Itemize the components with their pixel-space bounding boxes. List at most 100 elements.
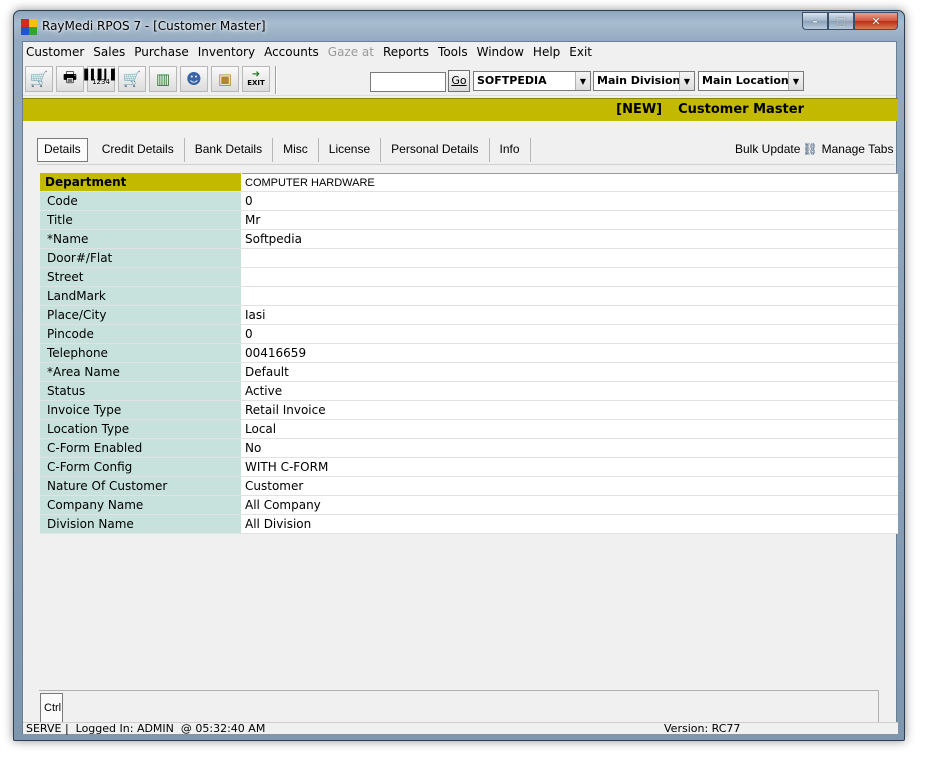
field-label: Place/City	[40, 306, 242, 324]
field-label: Telephone	[40, 344, 242, 362]
close-icon: ✕	[871, 14, 881, 28]
menu-inventory[interactable]: Inventory	[195, 42, 261, 62]
field-row-company-name: Company Name All Company	[40, 496, 898, 515]
tab-divider	[37, 164, 895, 165]
menu-window[interactable]: Window	[474, 42, 530, 62]
field-label: Door#/Flat	[40, 249, 242, 267]
record-status-badge: [NEW]	[616, 102, 663, 117]
tab-bank-details[interactable]: Bank Details	[185, 138, 274, 162]
tab-info[interactable]: Info	[490, 138, 531, 162]
menu-purchase[interactable]: Purchase	[131, 42, 195, 62]
tab-credit-details[interactable]: Credit Details	[92, 138, 185, 162]
menu-help[interactable]: Help	[530, 42, 566, 62]
minimize-button[interactable]: –	[802, 12, 828, 30]
app-window: RayMedi RPOS 7 - [Customer Master] – □ ✕…	[13, 10, 905, 741]
field-label: Pincode	[40, 325, 242, 343]
close-button[interactable]: ✕	[854, 12, 898, 30]
go-button[interactable]: Go	[448, 70, 470, 92]
menu-customer[interactable]: Customer	[23, 42, 90, 62]
field-value-area-name[interactable]: Default	[242, 363, 898, 381]
status-login-info: SERVE | Logged In: ADMIN @ 05:32:40 AM	[26, 722, 266, 735]
network-icon[interactable]: ⛓	[802, 142, 817, 156]
chevron-down-icon[interactable]: ▼	[679, 72, 694, 90]
menu-gaze-at: Gaze at	[327, 45, 374, 59]
field-value-company-name[interactable]: All Company	[242, 496, 898, 514]
field-row-pincode: Pincode 0	[40, 325, 898, 344]
field-label: Nature Of Customer	[40, 477, 242, 495]
client-area: Customer Sales Purchase Inventory Accounts Ga…	[22, 41, 898, 735]
field-label: Invoice Type	[40, 401, 242, 419]
bulk-update-link[interactable]: Bulk Update	[735, 142, 800, 156]
field-value-division-name[interactable]: All Division	[242, 515, 898, 533]
menu-reports[interactable]: Reports	[380, 42, 435, 62]
menu-sales[interactable]: Sales	[90, 42, 131, 62]
exit-button[interactable]: ➜ EXIT	[242, 66, 270, 92]
tab-actions: Bulk Update ⛓ Manage Tabs	[735, 142, 893, 156]
form-header-banner: [NEW] Customer Master	[23, 98, 898, 121]
field-value-invoice-type[interactable]: Retail Invoice	[242, 401, 898, 419]
menu-tools[interactable]: Tools	[435, 42, 474, 62]
menu-accounts[interactable]: Accounts	[261, 42, 325, 62]
tab-license[interactable]: License	[319, 138, 382, 162]
tab-strip: Details Credit Details Bank Details Misc Lic…	[37, 138, 531, 162]
chevron-down-icon[interactable]: ▼	[575, 72, 590, 90]
status-version: Version: RC77	[664, 722, 741, 735]
field-row-nature-of-customer: Nature Of Customer Customer	[40, 477, 898, 496]
minimize-icon: –	[812, 14, 818, 28]
field-row-c-form-enabled: C-Form Enabled No	[40, 439, 898, 458]
field-value-c-form-config[interactable]: WITH C-FORM	[242, 458, 898, 476]
field-value-c-form-enabled[interactable]: No	[242, 439, 898, 457]
books-icon[interactable]: ▥	[149, 66, 177, 92]
maximize-button[interactable]: □	[828, 12, 854, 30]
field-row-department: Department COMPUTER HARDWARE	[40, 173, 898, 192]
field-value-landmark[interactable]	[242, 287, 898, 305]
cart-add-icon[interactable]: 🛒	[118, 66, 146, 92]
manage-tabs-link[interactable]: Manage Tabs	[822, 142, 894, 156]
ctrl-tab[interactable]: Ctrl	[40, 693, 63, 723]
field-row-title: Title Mr	[40, 211, 898, 230]
search-input[interactable]	[370, 72, 446, 92]
field-label: Status	[40, 382, 242, 400]
field-row-c-form-config: C-Form Config WITH C-FORM	[40, 458, 898, 477]
chevron-down-icon[interactable]: ▼	[788, 72, 803, 90]
menu-exit[interactable]: Exit	[566, 42, 598, 62]
division-select[interactable]: Main Division ▼	[593, 71, 695, 91]
exit-label: EXIT	[247, 79, 265, 87]
box-icon[interactable]: ▣	[211, 66, 239, 92]
field-value-place-city[interactable]: Iasi	[242, 306, 898, 324]
bottom-panel: Ctrl	[39, 690, 879, 723]
field-value-street[interactable]	[242, 268, 898, 286]
field-value-location-type[interactable]: Local	[242, 420, 898, 438]
field-label: C-Form Enabled	[40, 439, 242, 457]
barcode-icon[interactable]: ▌▍▌▎▌ 1234	[84, 66, 119, 92]
field-value-department[interactable]: COMPUTER HARDWARE	[242, 173, 898, 191]
field-value-telephone[interactable]: 00416659	[242, 344, 898, 362]
field-label: Title	[40, 211, 242, 229]
field-label: *Name	[40, 230, 242, 248]
tab-personal-details[interactable]: Personal Details	[381, 138, 490, 162]
field-label: Company Name	[40, 496, 242, 514]
company-select-value: SOFTPEDIA	[477, 74, 547, 87]
field-value-name[interactable]: Softpedia	[242, 230, 898, 248]
tab-details[interactable]: Details	[37, 138, 88, 162]
company-select[interactable]: SOFTPEDIA ▼	[473, 71, 591, 91]
field-row-street: Street	[40, 268, 898, 287]
tab-misc[interactable]: Misc	[273, 138, 319, 162]
field-label: Department	[40, 173, 242, 191]
field-row-place-city: Place/City Iasi	[40, 306, 898, 325]
location-select[interactable]: Main Location ▼	[698, 71, 804, 91]
printer-icon[interactable]: 🖶	[56, 66, 84, 92]
field-value-title[interactable]: Mr	[242, 211, 898, 229]
window-title: RayMedi RPOS 7 - [Customer Master]	[42, 19, 266, 33]
title-bar[interactable]: RayMedi RPOS 7 - [Customer Master] – □ ✕	[14, 11, 904, 41]
users-icon[interactable]: ☻	[180, 66, 208, 92]
field-label: C-Form Config	[40, 458, 242, 476]
cart-icon[interactable]: 🛒	[25, 66, 53, 92]
field-value-nature-of-customer[interactable]: Customer	[242, 477, 898, 495]
field-value-code[interactable]: 0	[242, 192, 898, 210]
field-value-door-flat[interactable]	[242, 249, 898, 267]
field-value-status[interactable]: Active	[242, 382, 898, 400]
field-value-pincode[interactable]: 0	[242, 325, 898, 343]
location-select-value: Main Location	[702, 74, 789, 87]
menu-bar: Customer Sales Purchase Inventory Accounts Ga…	[23, 42, 896, 62]
